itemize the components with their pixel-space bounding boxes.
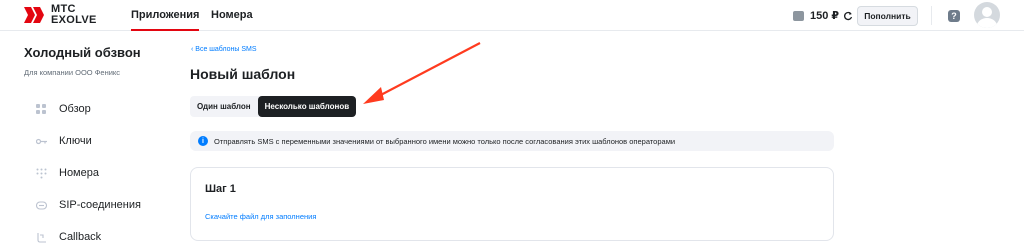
step-card: Шаг 1 Скачайте файл для заполнения [190,167,834,241]
sidebar-item-label: Callback [59,231,102,243]
logo-text: МТС EXOLVE [51,3,97,26]
info-banner: i Отправлять SMS с переменными значениям… [190,131,834,151]
info-icon: i [198,136,208,146]
key-icon [36,138,47,144]
dialpad-icon [36,168,47,178]
topup-button[interactable]: Пополнить [857,6,918,26]
tab-multiple-templates[interactable]: Несколько шаблонов [257,96,357,117]
sidebar-item-overview[interactable]: Обзор [36,103,91,115]
info-text: Отправлять SMS с переменными значениями … [214,136,676,146]
avatar[interactable] [974,2,1000,28]
top-header: МТС EXOLVE Приложения Номера 150 ₽ Попол… [0,0,1024,31]
annotation-arrow-icon [363,42,481,104]
logo-mark-icon [24,7,44,23]
tab-single-template[interactable]: Один шаблон [190,96,258,117]
step-title: Шаг 1 [205,183,236,195]
grid-icon [36,103,46,114]
help-icon[interactable]: ? [948,10,960,22]
nav-applications[interactable]: Приложения [131,9,200,31]
project-title: Холодный обзвон [24,45,141,60]
sidebar-item-keys[interactable]: Ключи [36,135,92,147]
sidebar-item-label: SIP-соединения [59,199,141,211]
header-divider [931,6,932,25]
template-mode-tabs: Один шаблон Несколько шаблонов [190,96,357,117]
project-company: Для компании ООО Феникс [24,68,121,77]
sidebar-item-label: Номера [59,167,99,179]
wallet-icon [793,10,804,21]
balance-display: 150 ₽ [793,9,853,22]
callback-icon [37,232,46,243]
refresh-icon[interactable] [843,11,853,21]
sidebar-item-label: Ключи [59,135,92,147]
mts-exolve-logo[interactable]: МТС EXOLVE [24,4,97,26]
page-title: Новый шаблон [190,66,296,82]
download-template-link[interactable]: Скачайте файл для заполнения [205,212,316,221]
sidebar-item-numbers[interactable]: Номера [36,167,99,179]
sidebar-item-sip[interactable]: SIP-соединения [36,199,141,211]
sidebar-item-label: Обзор [59,103,91,115]
breadcrumb[interactable]: ‹ Все шаблоны SMS [191,46,257,53]
sidebar-item-callback[interactable]: Callback [36,231,101,243]
balance-amount: 150 ₽ [810,10,840,22]
nav-numbers[interactable]: Номера [211,9,253,21]
sip-icon [36,200,47,210]
